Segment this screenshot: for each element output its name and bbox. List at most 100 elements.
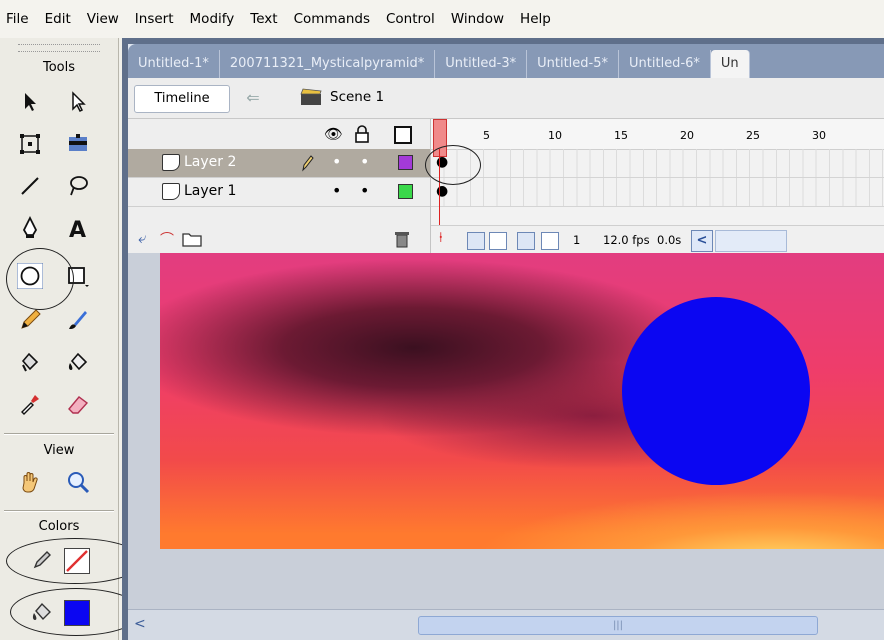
zoom-tool-icon[interactable] (62, 466, 94, 498)
layer-icon (162, 154, 180, 171)
insert-layer-icon[interactable]: ⤶ (138, 229, 146, 247)
menu-file[interactable]: File (0, 11, 37, 27)
eyedropper-tool-icon[interactable] (14, 388, 46, 420)
subselection-tool-icon[interactable] (62, 86, 94, 118)
menu-bar: File Edit View Insert Modify Text Comman… (0, 0, 884, 38)
fill-color-swatch[interactable] (64, 600, 90, 626)
layer-name: Layer 2 (184, 154, 237, 170)
menu-control[interactable]: Control (378, 11, 443, 27)
panel-grip[interactable] (18, 44, 100, 52)
frame-row[interactable]: ● (431, 149, 884, 178)
gradient-transform-tool-icon[interactable] (62, 128, 94, 160)
layer-row[interactable]: Layer 2 • • (128, 149, 430, 178)
onion-skin-outlines-icon[interactable] (489, 232, 507, 250)
frames-area: 1 5 10 15 20 25 30 ● ● ⍿ (425, 119, 884, 254)
playhead[interactable] (433, 119, 447, 157)
svg-text:A: A (69, 218, 86, 241)
tab-untitled-5[interactable]: Untitled-5* (527, 50, 620, 78)
line-tool-icon[interactable] (14, 170, 46, 202)
tab-untitled-1[interactable]: Untitled-1* (128, 50, 220, 78)
selection-tool-icon[interactable] (14, 86, 46, 118)
stroke-color-swatch[interactable] (64, 548, 90, 574)
layer-color-swatch[interactable] (398, 155, 413, 170)
menu-commands[interactable]: Commands (286, 11, 378, 27)
rectangle-tool-icon[interactable] (62, 260, 94, 292)
menu-text[interactable]: Text (242, 11, 285, 27)
scene-name: Scene 1 (330, 89, 385, 105)
visibility-dot[interactable]: • (332, 154, 341, 170)
current-frame: 1 (573, 233, 581, 247)
oval-tool-icon[interactable] (14, 260, 46, 292)
scroll-left-icon[interactable]: < (134, 616, 146, 632)
layer-row[interactable]: Layer 1 • • (128, 178, 430, 207)
stage-canvas[interactable] (160, 253, 884, 549)
pencil-tool-icon[interactable] (14, 304, 46, 336)
keyframe-dot[interactable]: ● (436, 155, 448, 169)
ruler-tick: 15 (614, 129, 628, 142)
timeline-panel: 👁 Layer 2 • • Layer 1 • • ⤶ ⌒ 5 10 15 20… (128, 119, 884, 254)
back-arrow-icon[interactable]: ⇐ (240, 89, 266, 107)
visibility-dot[interactable]: • (332, 183, 341, 199)
tab-mysticalpyramid[interactable]: 200711321_Mysticalpyramid* (220, 50, 436, 78)
elapsed-time: 0.0s (657, 233, 682, 247)
layer-footer: ⤶ ⌒ (128, 225, 430, 253)
add-motion-guide-icon[interactable]: ⌒ (160, 229, 174, 249)
horizontal-scrollbar[interactable]: < ||| (128, 609, 884, 640)
frame-rate: 12.0 fps (603, 233, 650, 247)
ruler-tick: 25 (746, 129, 760, 142)
ruler-tick: 10 (548, 129, 562, 142)
menu-modify[interactable]: Modify (182, 11, 243, 27)
menu-edit[interactable]: Edit (37, 11, 79, 27)
colors-title: Colors (38, 519, 80, 534)
ruler-tick: 20 (680, 129, 694, 142)
ink-bottle-tool-icon[interactable] (14, 346, 46, 378)
lasso-tool-icon[interactable] (62, 170, 94, 202)
delete-layer-icon[interactable] (394, 230, 410, 248)
lock-dot[interactable]: • (360, 183, 369, 199)
fill-color-bucket-icon (26, 596, 58, 628)
hand-tool-icon[interactable] (14, 466, 46, 498)
tab-active[interactable]: Un (710, 50, 750, 78)
tools-title: Tools (42, 60, 76, 75)
eye-icon[interactable]: 👁 (324, 125, 343, 143)
modify-onion-markers-icon[interactable] (541, 232, 559, 250)
timeline-button[interactable]: Timeline (134, 85, 230, 113)
outline-icon[interactable] (394, 126, 412, 144)
document-area: Untitled-1* 200711321_Mysticalpyramid* U… (122, 38, 884, 640)
eraser-tool-icon[interactable] (62, 388, 94, 420)
separator (4, 433, 114, 435)
tab-untitled-3[interactable]: Untitled-3* (435, 50, 528, 78)
scroll-left-icon[interactable]: < (691, 230, 713, 252)
menu-window[interactable]: Window (443, 11, 512, 27)
paint-bucket-tool-icon[interactable] (62, 346, 94, 378)
timeline-scrollbar[interactable] (715, 230, 787, 252)
pen-tool-icon[interactable] (14, 212, 46, 244)
timeline-status-bar: ⍿ 1 12.0 fps 0.0s < (431, 225, 884, 254)
edit-multiple-frames-icon[interactable] (517, 232, 535, 250)
lock-icon[interactable] (354, 125, 370, 143)
menu-help[interactable]: Help (512, 11, 559, 27)
menu-insert[interactable]: Insert (127, 11, 182, 27)
layer-color-swatch[interactable] (398, 184, 413, 199)
document-tabs: Untitled-1* 200711321_Mysticalpyramid* U… (128, 44, 884, 78)
blue-circle-shape[interactable] (622, 297, 810, 485)
scene-label-group[interactable]: Scene 1 (300, 88, 384, 106)
frame-ruler[interactable]: 1 5 10 15 20 25 30 (431, 119, 884, 150)
brush-tool-icon[interactable] (62, 304, 94, 336)
tools-panel: Tools A View Colors (0, 38, 144, 640)
layer-panel: 👁 Layer 2 • • Layer 1 • • ⤶ ⌒ (128, 119, 431, 253)
scrollbar-thumb[interactable]: ||| (418, 616, 818, 635)
insert-folder-icon[interactable] (182, 231, 202, 247)
onion-skin-icon[interactable] (467, 232, 485, 250)
keyframe-dot[interactable]: ● (436, 184, 448, 198)
layer-header: 👁 (128, 119, 430, 149)
playhead-line (439, 149, 440, 225)
center-frame-icon[interactable]: ⍿ (439, 230, 443, 246)
layer-name: Layer 1 (184, 183, 237, 199)
lock-dot[interactable]: • (360, 154, 369, 170)
free-transform-tool-icon[interactable] (14, 128, 46, 160)
menu-view[interactable]: View (79, 11, 127, 27)
tab-untitled-6[interactable]: Untitled-6* (619, 50, 711, 78)
frame-row[interactable]: ● (431, 178, 884, 207)
text-tool-icon[interactable]: A (62, 212, 94, 244)
